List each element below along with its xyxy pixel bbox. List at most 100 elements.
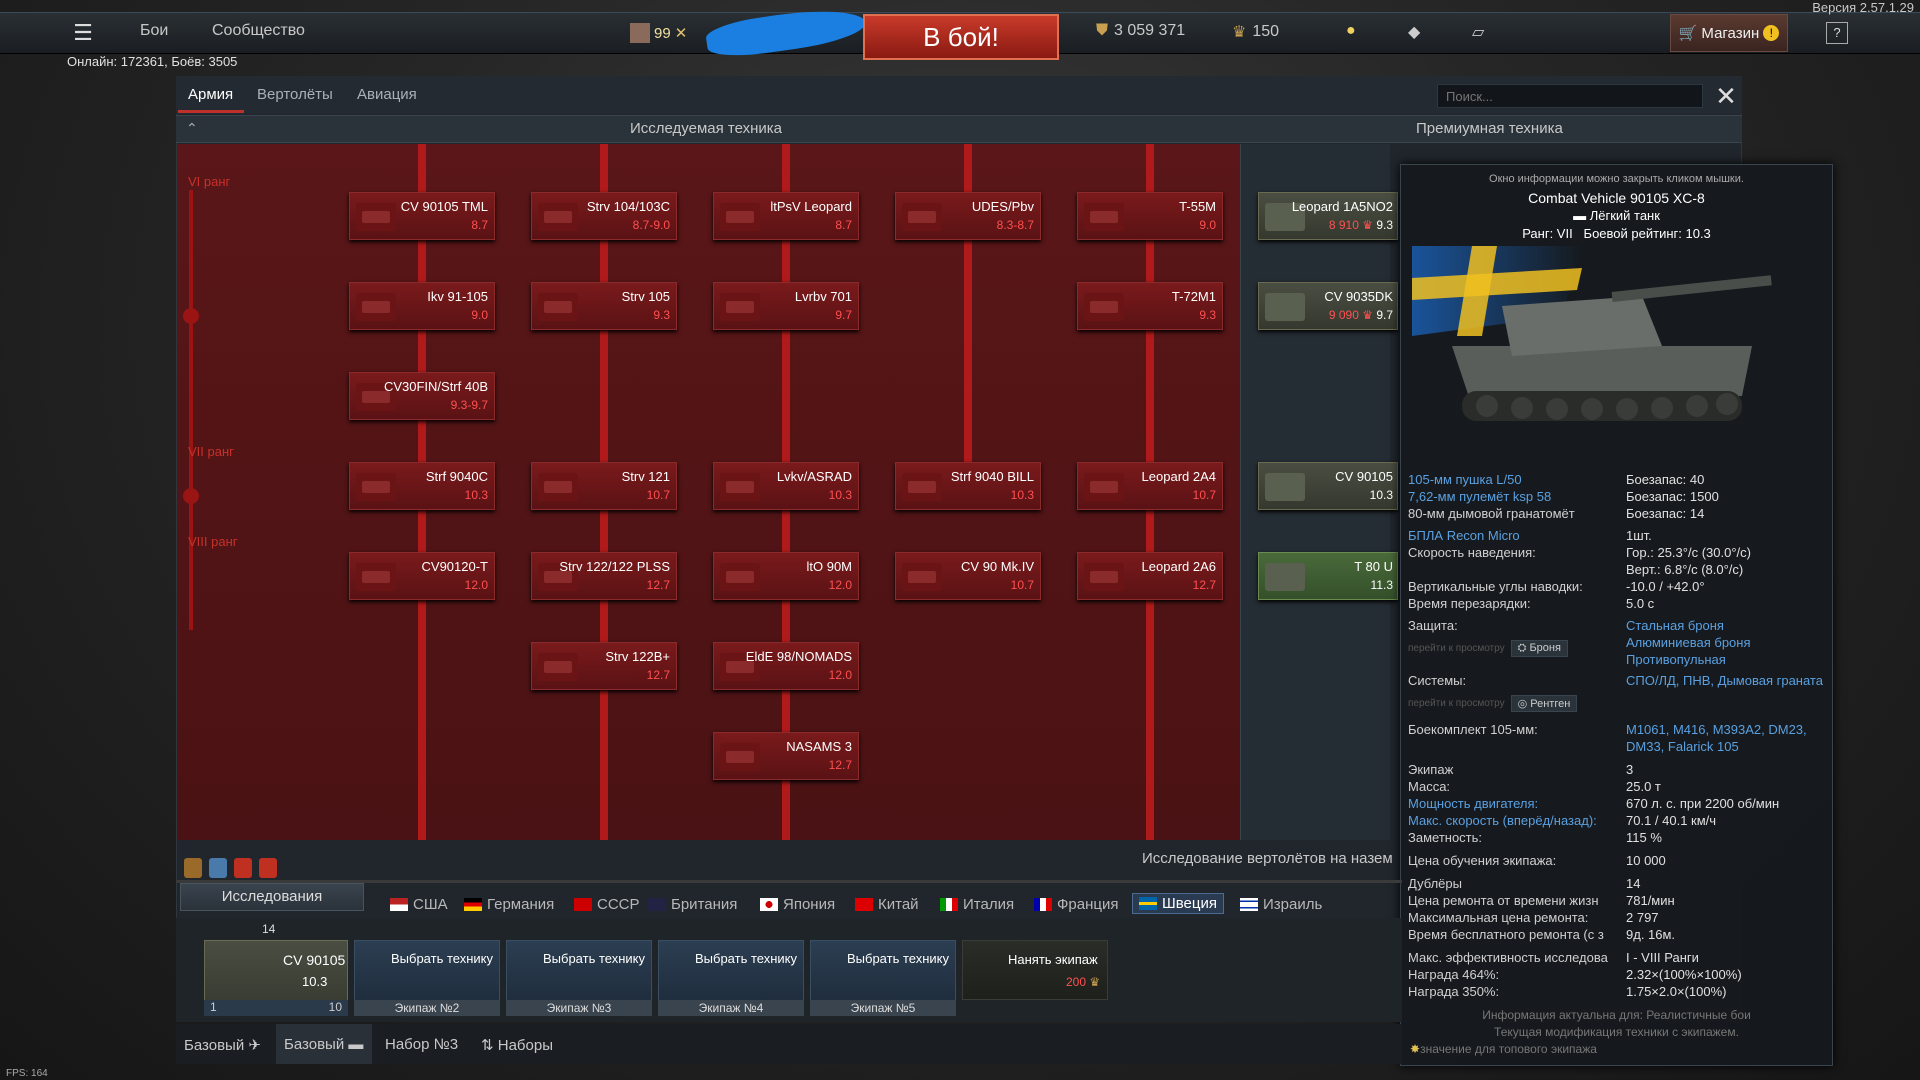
vehicle-card[interactable]: NASAMS 3 12.7 (713, 732, 859, 780)
premium-vehicle-card[interactable]: T 80 U 11.3 (1258, 552, 1398, 600)
hire-crew-slot[interactable] (962, 940, 1108, 1000)
premium-icon[interactable]: ◆ (1408, 22, 1420, 42)
menu-icon[interactable]: ☰ (70, 20, 96, 46)
spec-row: БПЛА Recon Micro 1шт. (1408, 528, 1652, 543)
spec-row: 7,62-мм пулемёт ksp 58 Боезапас: 1500 (1408, 489, 1719, 504)
vehicle-card[interactable]: ltPsV Leopard 8.7 (713, 192, 859, 240)
rank-rail (189, 190, 193, 630)
hire-crew-price: 200 ♛ (1066, 975, 1101, 989)
britain-flag-icon (648, 898, 666, 911)
crew-slot-label: Экипаж №2 (354, 1000, 500, 1016)
coupon-icon[interactable]: ▱ (1472, 22, 1484, 42)
spec-row: Максимальная цена ремонта: 2 797 (1408, 910, 1659, 925)
nation-france[interactable]: Франция (1034, 896, 1118, 913)
tank-icon (1084, 293, 1124, 321)
rank-label-8[interactable]: VIII ранг (188, 534, 238, 549)
vehicle-card[interactable]: T-55M 9.0 (1077, 192, 1223, 240)
eagle-icon: ♛ (1232, 24, 1247, 41)
collapse-icon[interactable]: ⌃ (186, 120, 198, 137)
preset-tab-basic-ground[interactable]: Базовый ▬ (284, 1036, 363, 1053)
silver-lions[interactable]: ⛊ 3 059 371 (1096, 22, 1185, 40)
nation-japan[interactable]: Япония (760, 896, 835, 913)
help-icon[interactable]: ? (1826, 22, 1848, 44)
ammo-row: DM33, Falarick 105 (1626, 739, 1739, 754)
award-icon[interactable] (234, 858, 252, 878)
vehicle-card[interactable]: Strv 122B+ 12.7 (531, 642, 677, 690)
vehicle-card[interactable]: Leopard 2A4 10.7 (1077, 462, 1223, 510)
golden-eagles[interactable]: ♛ 150 (1232, 22, 1279, 42)
vehicle-card[interactable]: Strf 9040 BILL 10.3 (895, 462, 1041, 510)
eagle-icon: ♛ (1089, 975, 1101, 989)
tank-icon (1265, 293, 1305, 321)
vehicle-card[interactable]: ltO 90M 12.0 (713, 552, 859, 600)
tab-army[interactable]: Армия (188, 86, 233, 103)
award-icon[interactable] (209, 858, 227, 878)
close-icon[interactable]: ✕ (1712, 82, 1740, 110)
spec-row: 105-мм пушка L/50 Боезапас: 40 (1408, 472, 1705, 487)
preset-tab-sets[interactable]: ⇅ Наборы (481, 1036, 553, 1054)
vehicle-card[interactable]: CV 90 Mk.IV 10.7 (895, 552, 1041, 600)
nation-germany[interactable]: Германия (464, 896, 554, 913)
vehicle-card[interactable]: Strv 104/103C 8.7-9.0 (531, 192, 677, 240)
rank-label-6[interactable]: VI ранг (188, 174, 230, 189)
nation-britain[interactable]: Британия (648, 896, 737, 913)
nation-ussr[interactable]: СССР (574, 896, 640, 913)
vehicle-image (1412, 246, 1772, 421)
xray-button[interactable]: ◎ Рентген (1510, 695, 1578, 712)
vehicle-card[interactable]: Lvrbv 701 9.7 (713, 282, 859, 330)
tab-helicopters[interactable]: Вертолёты (257, 86, 333, 103)
spec-row: Цена ремонта от времени жизн 781/мин (1408, 893, 1675, 908)
award-icon[interactable] (259, 858, 277, 878)
crew-slot[interactable]: Выбрать технику (506, 940, 652, 1006)
vehicle-card[interactable]: Strv 105 9.3 (531, 282, 677, 330)
premium-vehicle-card[interactable]: CV 90105 10.3 (1258, 462, 1398, 510)
battle-button[interactable]: В бой! (863, 14, 1059, 60)
shop-button[interactable]: 🛒 Магазин ! (1670, 14, 1788, 52)
vehicle-card[interactable]: Strf 9040C 10.3 (349, 462, 495, 510)
tank-icon (1084, 203, 1124, 231)
search-input[interactable] (1437, 84, 1703, 108)
vehicle-card[interactable]: Strv 122/122 PLSS 12.7 (531, 552, 677, 600)
rank-label-7[interactable]: VII ранг (188, 444, 234, 459)
nation-china[interactable]: Китай (855, 896, 919, 913)
fps-counter: FPS: 164 (6, 1068, 48, 1079)
crew-slot[interactable]: Выбрать технику (658, 940, 804, 1006)
vehicle-card[interactable]: Lvkv/ASRAD 10.3 (713, 462, 859, 510)
nav-battles[interactable]: Бои (140, 22, 168, 40)
tab-aviation[interactable]: Авиация (357, 86, 417, 103)
premium-vehicle-card[interactable]: CV 9035DK 9 090 ♛ 9.7 (1258, 282, 1398, 330)
research-button[interactable]: Исследования (180, 883, 364, 911)
vehicle-card[interactable]: CV 90105 TML 8.7 (349, 192, 495, 240)
crew-slot[interactable]: Выбрать технику (810, 940, 956, 1006)
vehicle-card[interactable]: CV30FIN/Strf 40B 9.3-9.7 (349, 372, 495, 420)
vehicle-card[interactable]: T-72M1 9.3 (1077, 282, 1223, 330)
vehicle-card[interactable]: EldE 98/NOMADS 12.0 (713, 642, 859, 690)
vehicle-card[interactable]: Strv 121 10.7 (531, 462, 677, 510)
spec-row: Скорость наведения: Гор.: 25.3°/с (30.0°/… (1408, 545, 1751, 560)
vehicle-card[interactable]: Ikv 91-105 9.0 (349, 282, 495, 330)
vehicle-card[interactable]: Leopard 2A6 12.7 (1077, 552, 1223, 600)
lightbulb-icon[interactable]: ● (1346, 22, 1356, 40)
premium-vehicle-card[interactable]: Leopard 1A5NO2 8 910 ♛ 9.3 (1258, 192, 1398, 240)
player-level[interactable]: 99 ✕ (630, 20, 687, 46)
nation-usa[interactable]: США (390, 896, 448, 913)
xray-view-link[interactable]: перейти к просмотру ◎ Рентген (1408, 695, 1578, 712)
nav-community[interactable]: Сообщество (212, 22, 305, 40)
award-icon[interactable] (184, 858, 202, 878)
tank-icon (902, 473, 942, 501)
crew-slot[interactable]: Выбрать технику (354, 940, 500, 1006)
nation-israel[interactable]: Израиль (1240, 896, 1322, 913)
spec-row: Время бесплатного ремонта (с з 9д. 16м. (1408, 927, 1676, 942)
nation-italy[interactable]: Италия (940, 896, 1014, 913)
vehicle-card[interactable]: CV90120-T 12.0 (349, 552, 495, 600)
preset-tab-basic-air[interactable]: Базовый ✈ (184, 1036, 261, 1054)
vehicle-card[interactable]: UDES/Pbv 8.3-8.7 (895, 192, 1041, 240)
tank-icon (538, 293, 578, 321)
helicopter-research-hint: Исследование вертолётов на назем (1142, 850, 1393, 867)
nation-sweden[interactable]: Швеция (1132, 893, 1224, 914)
tab-underline (178, 110, 244, 113)
tank-icon (902, 203, 942, 231)
spec-row: Масса: 25.0 т (1408, 779, 1661, 794)
germany-flag-icon (464, 898, 482, 911)
preset-tab-set3[interactable]: Набор №3 (385, 1036, 458, 1053)
